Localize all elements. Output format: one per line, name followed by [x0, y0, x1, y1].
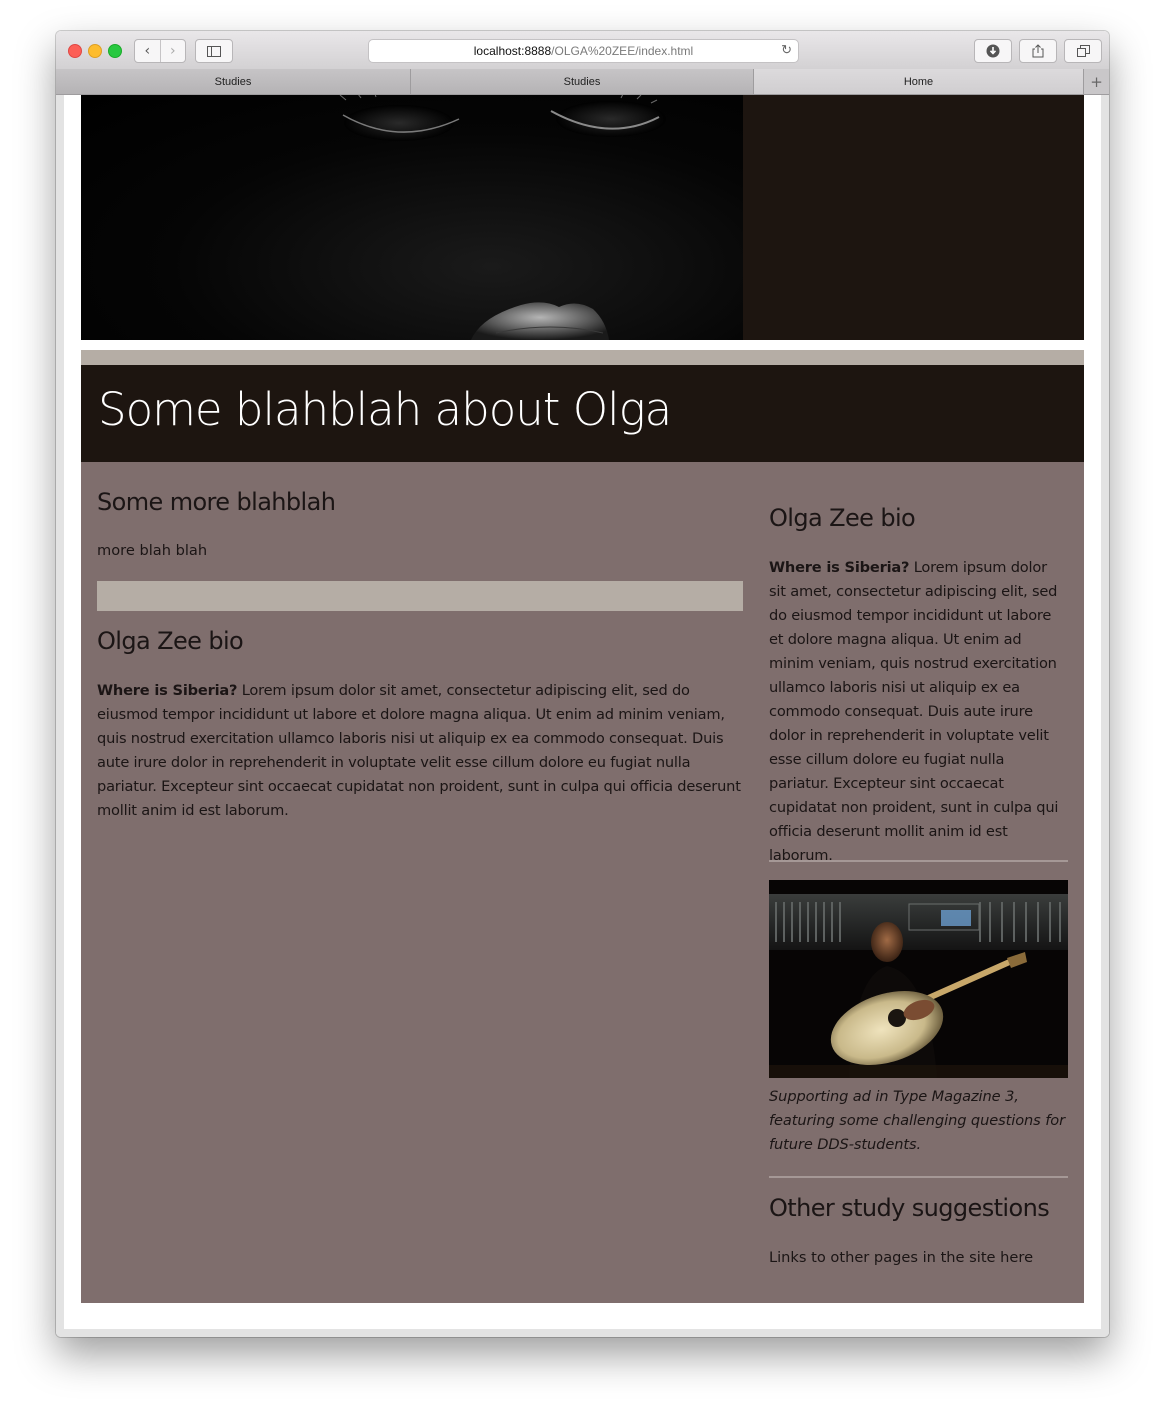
content-divider-band	[97, 581, 743, 611]
photo-caption: Supporting ad in Type Magazine 3, featur…	[769, 1088, 1065, 1153]
bio-paragraph: Where is Siberia? Lorem ipsum dolor sit …	[97, 679, 743, 823]
browser-toolbar: ‹ › localhost:8888/OLGA%20ZEE/index.html…	[56, 31, 1109, 70]
url-host: localhost:8888	[473, 44, 552, 58]
section-heading-more-blahblah: Some more blahblah	[97, 488, 336, 516]
tab-home[interactable]: Home	[754, 69, 1084, 94]
page-body: Some blahblah about Olga Some more blahb…	[64, 95, 1101, 1329]
study-suggestions-heading: Other study suggestions	[769, 1194, 1050, 1222]
bio-lead: Where is Siberia?	[97, 682, 238, 699]
minimize-window-button[interactable]	[88, 44, 102, 58]
sidebar-bio-heading: Olga Zee bio	[769, 504, 916, 532]
chevron-right-icon[interactable]: ›	[159, 40, 186, 62]
bio-heading: Olga Zee bio	[97, 627, 244, 655]
plus-icon[interactable]: +	[1084, 69, 1109, 94]
sidebar-bio-paragraph: Where is Siberia? Lorem ipsum dolor sit …	[769, 556, 1068, 868]
tab-bar: Studies Studies Home +	[56, 69, 1109, 95]
browser-window: ‹ › localhost:8888/OLGA%20ZEE/index.html…	[56, 31, 1109, 1337]
download-icon[interactable]	[974, 39, 1012, 63]
page-title: Some blahblah about Olga	[98, 383, 672, 436]
url-path: /OLGA%20ZEE/index.html	[551, 44, 694, 58]
hero-portrait-image	[81, 95, 743, 340]
sidebar-divider	[769, 860, 1068, 862]
chevron-left-icon[interactable]: ‹	[135, 40, 160, 62]
sidebar-bio-body: Lorem ipsum dolor sit amet, consectetur …	[769, 559, 1059, 864]
reload-icon[interactable]: ↻	[781, 42, 792, 58]
address-bar[interactable]: localhost:8888/OLGA%20ZEE/index.html ↻	[368, 39, 799, 63]
share-icon[interactable]	[1019, 39, 1057, 63]
guitar-studio-photo	[769, 880, 1068, 1078]
tab-studies-1[interactable]: Studies	[56, 69, 411, 94]
sidebar-divider-2	[769, 1176, 1068, 1178]
study-suggestions-text: Links to other pages in the site here	[769, 1249, 1034, 1266]
maximize-window-button[interactable]	[108, 44, 122, 58]
sidebar-bio-lead: Where is Siberia?	[769, 559, 910, 576]
content-area: Some more blahblah more blah blah Olga Z…	[81, 462, 1084, 1303]
hero-banner	[81, 95, 1084, 340]
section-text-more-blah: more blah blah	[97, 542, 208, 559]
close-window-button[interactable]	[68, 44, 82, 58]
sidebar-icon[interactable]	[195, 39, 233, 63]
bio-body: Lorem ipsum dolor sit amet, consectetur …	[97, 682, 741, 819]
navigation-buttons: ‹ ›	[134, 39, 186, 63]
tabs-overview-icon[interactable]	[1064, 39, 1102, 63]
divider-band	[81, 350, 1084, 365]
page-viewport[interactable]: Some blahblah about Olga Some more blahb…	[56, 95, 1109, 1337]
tab-studies-2[interactable]: Studies	[411, 69, 754, 94]
title-banner: Some blahblah about Olga	[81, 365, 1084, 462]
